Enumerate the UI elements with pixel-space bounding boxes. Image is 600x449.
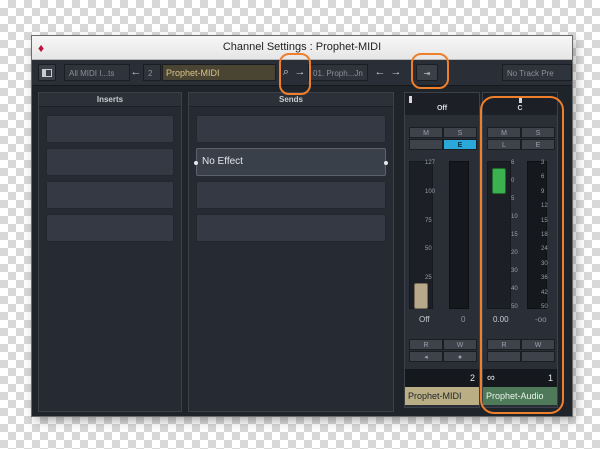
scale-tick: 100 [425, 188, 436, 195]
audio-pan-label: C [517, 105, 523, 112]
scale-tick: 15 [511, 232, 518, 238]
audio-volume-readout: 0.00 [493, 315, 509, 324]
inserts-panel: Inserts [38, 92, 182, 412]
audio-fader-handle[interactable] [492, 168, 506, 194]
audio-edit-button[interactable]: E [521, 139, 555, 150]
arrow-left-icon[interactable]: ← [374, 64, 386, 81]
midi-channel-name[interactable]: Prophet-MIDI [405, 387, 479, 405]
scale-tick: 6 [541, 174, 545, 181]
midi-meter [449, 161, 469, 309]
arrow-right-icon[interactable]: → [390, 64, 402, 81]
insert-slot-1[interactable] [46, 115, 174, 143]
grid-icon [42, 69, 52, 77]
scale-tick: 0 [511, 178, 515, 184]
window-title: Channel Settings : Prophet-MIDI [222, 41, 382, 53]
scale-tick: 25 [425, 275, 432, 282]
midi-monitor-button[interactable]: ◂ [409, 351, 443, 362]
audio-channel-number: 1 [547, 373, 553, 383]
scale-tick: 30 [541, 260, 548, 267]
audio-record-button[interactable] [521, 351, 555, 362]
midi-volume-readout: Off [419, 315, 430, 324]
go-to-channel-icon[interactable]: → [294, 64, 306, 81]
inserts-header: Inserts [39, 93, 181, 107]
scale-tick: 40 [511, 286, 518, 292]
send-slot-0[interactable] [196, 115, 386, 143]
audio-listen-button[interactable]: L [487, 139, 521, 150]
insert-slot-2[interactable] [46, 148, 174, 176]
insert-slot-4[interactable] [46, 214, 174, 242]
insert-slot-3[interactable] [46, 181, 174, 209]
scale-tick: 20 [511, 250, 518, 256]
midi-meter-readout: 0 [461, 315, 466, 324]
audio-channel-strip: C M S L E 6 0 5 10 15 20 30 40 50 3 6 9 12 15 18 24 30 3… [482, 92, 558, 408]
midi-record-button[interactable]: ● [443, 351, 477, 362]
send-slot-1[interactable]: No Effect [194, 148, 388, 176]
send-slot-2[interactable] [196, 181, 386, 209]
toolbar: All MIDI I...ts ← 2 Prophet-MIDI ⌕ → 01.… [32, 60, 572, 86]
audio-channel-number-bar: ∞ 1 [483, 369, 557, 387]
title-bar: ♦ Channel Settings : Prophet-MIDI [32, 36, 572, 60]
next-channel-field[interactable]: 01. Proph...Jn [308, 64, 368, 81]
output-routing-icon: ⇥ [423, 69, 431, 78]
send-right-dot [384, 161, 388, 165]
midi-edit-button[interactable]: E [443, 139, 477, 150]
midi-fader-handle[interactable] [414, 283, 428, 309]
audio-meter-readout: -oo [535, 315, 547, 324]
midi-read-button[interactable]: R [409, 339, 443, 350]
scale-tick: 30 [511, 268, 518, 274]
scale-tick: 50 [511, 304, 518, 310]
sends-panel: Sends No Effect [188, 92, 394, 412]
scale-tick: 6 [511, 160, 515, 166]
channel-number[interactable]: 2 [143, 64, 161, 81]
send-slot-3[interactable] [196, 214, 386, 242]
search-icon[interactable]: ⌕ [280, 64, 292, 81]
scale-tick: 12 [541, 203, 548, 210]
midi-mute-button[interactable]: M [409, 127, 443, 138]
scale-tick: 50 [425, 246, 432, 253]
output-routing-button[interactable]: ⇥ [416, 64, 438, 81]
midi-write-button[interactable]: W [443, 339, 477, 350]
audio-channel-name[interactable]: Prophet-Audio [483, 387, 557, 405]
midi-channel-strip: Off M S E 1271007550250 Off 0 R W ◂ ● 2 … [404, 92, 480, 408]
scale-tick: 42 [541, 289, 548, 296]
channel-name-field[interactable]: Prophet-MIDI [162, 64, 276, 81]
audio-read-button[interactable]: R [487, 339, 521, 350]
channel-filter-dropdown[interactable]: All MIDI I...ts [64, 64, 130, 81]
midi-pan-label: Off [436, 105, 448, 112]
send-left-dot [194, 161, 198, 165]
midi-blank-button[interactable] [409, 139, 443, 150]
audio-pan-control[interactable]: C [483, 93, 557, 115]
pan-indicator [409, 96, 412, 103]
scale-tick: 127 [425, 160, 436, 166]
audio-mute-button[interactable]: M [487, 127, 521, 138]
scale-tick: 3 [541, 160, 545, 166]
send-slot-label: No Effect [202, 156, 243, 167]
sends-header: Sends [189, 93, 393, 107]
scale-tick: 10 [511, 214, 518, 220]
channel-overview-button[interactable] [38, 64, 56, 81]
scale-tick: 18 [541, 232, 548, 238]
pan-indicator [519, 96, 522, 103]
scale-tick: 9 [541, 188, 545, 195]
scale-tick: 24 [541, 246, 548, 253]
track-preset-field[interactable]: No Track Pre [502, 64, 572, 81]
channel-name-label: Prophet-MIDI [166, 68, 220, 78]
midi-channel-number: 2 [405, 369, 479, 387]
link-icon: ∞ [487, 372, 495, 384]
audio-solo-button[interactable]: S [521, 127, 555, 138]
scale-tick: 75 [425, 217, 432, 224]
channel-settings-window: ♦ Channel Settings : Prophet-MIDI All MI… [32, 36, 572, 416]
scale-tick: 5 [511, 196, 515, 202]
audio-write-button[interactable]: W [521, 339, 555, 350]
midi-solo-button[interactable]: S [443, 127, 477, 138]
scale-tick: 15 [541, 217, 548, 224]
scale-tick: 36 [541, 275, 548, 282]
midi-pan-control[interactable]: Off [405, 93, 479, 115]
audio-monitor-button[interactable] [487, 351, 521, 362]
scale-tick: 50 [541, 304, 548, 310]
previous-channel-icon[interactable]: ← [130, 64, 142, 81]
